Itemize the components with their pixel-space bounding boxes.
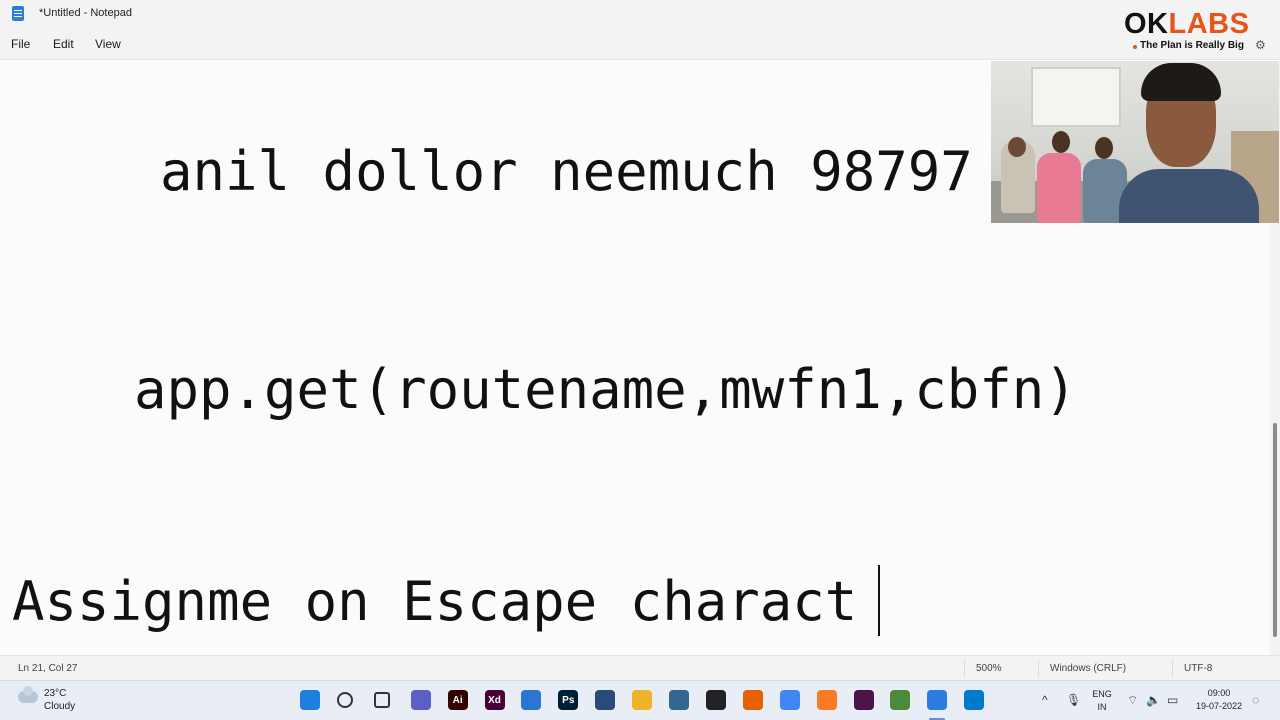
oklabs-logo: OKLABS The Plan is Really Big ⚙	[1118, 6, 1273, 54]
photoshop-icon[interactable]: Ps	[558, 690, 579, 710]
chevron-up-icon[interactable]: ^	[1042, 693, 1048, 707]
line-ending: Windows (CRLF)	[1050, 663, 1127, 674]
webcam-presenter-hair	[1141, 63, 1221, 101]
status-divider	[1038, 660, 1039, 677]
clock-date[interactable]: 19-07-2022	[1190, 701, 1248, 711]
menu-file[interactable]: File	[11, 37, 30, 51]
volume-icon[interactable]: 🔈	[1146, 693, 1161, 707]
editor-line-3: Assignme on Escape charact	[12, 570, 858, 633]
editor-line-2: app.get(routename,mwfn1,cbfn)	[134, 358, 1077, 421]
slack-icon[interactable]	[853, 690, 874, 710]
text-caret	[878, 565, 880, 636]
file-explorer-icon[interactable]	[632, 690, 653, 710]
virtualbox-icon[interactable]	[595, 690, 616, 710]
window-title: *Untitled - Notepad	[39, 7, 132, 19]
menu-edit[interactable]: Edit	[53, 37, 74, 51]
webcam-person-1-head	[1008, 137, 1026, 157]
logo-tagline: The Plan is Really Big	[1140, 40, 1244, 51]
logo-wordmark: OKLABS	[1124, 8, 1249, 41]
snipping-tool-icon[interactable]	[521, 690, 542, 710]
wifi-icon[interactable]: ⌔	[1127, 693, 1138, 708]
notepad-taskbar-icon[interactable]	[927, 690, 948, 710]
webcam-window	[1031, 67, 1121, 127]
language-indicator[interactable]: ENG	[1090, 689, 1114, 699]
chrome-icon[interactable]	[779, 690, 800, 710]
weather-temperature[interactable]: 23°C	[44, 688, 66, 699]
cloudy-weather-icon[interactable]	[18, 686, 38, 703]
vscode-icon[interactable]	[964, 690, 985, 710]
firefox-icon[interactable]	[742, 690, 763, 710]
webcam-person-2-head	[1052, 131, 1070, 153]
start-icon[interactable]	[300, 690, 320, 710]
status-divider	[1172, 660, 1173, 677]
title-bar: *Untitled - Notepad	[0, 0, 1280, 28]
notepad-icon	[12, 6, 24, 21]
illustrator-icon[interactable]: Ai	[447, 690, 468, 710]
postgresql-icon[interactable]	[669, 690, 689, 710]
webcam-presenter-body	[1119, 169, 1259, 223]
webcam-overlay	[991, 61, 1279, 223]
status-bar: Ln 21, Col 27 500% Windows (CRLF) UTF-8	[0, 655, 1280, 680]
taskbar: 23°C Cloudy Ai Xd Ps ^ 🎙 ENG IN ⌔ 🔈 ▭ 09:0…	[0, 680, 1280, 720]
zoom-level: 500%	[976, 663, 1002, 674]
logo-labs: LABS	[1168, 8, 1250, 40]
xd-icon[interactable]: Xd	[484, 690, 505, 710]
tagline-dot	[1133, 45, 1137, 49]
editor-line-1: anil dollor neemuch 98797	[160, 140, 973, 203]
obs-icon[interactable]	[705, 690, 726, 710]
webcam-person-2	[1037, 153, 1081, 223]
scrollbar-thumb[interactable]	[1273, 423, 1277, 637]
menu-bar: File Edit View	[0, 28, 1280, 60]
notification-icon[interactable]: ◌	[1252, 693, 1259, 707]
battery-icon[interactable]: ▭	[1167, 693, 1178, 707]
weather-description[interactable]: Cloudy	[44, 701, 75, 712]
region-indicator[interactable]: IN	[1090, 702, 1114, 712]
settings-gear-icon: ⚙	[1255, 38, 1266, 52]
logo-ok: OK	[1124, 8, 1169, 40]
microphone-icon[interactable]: 🎙	[1066, 693, 1081, 707]
teams-chat-icon[interactable]	[410, 690, 431, 710]
status-divider	[964, 660, 965, 677]
search-icon[interactable]	[336, 692, 353, 708]
clock-time[interactable]: 09:00	[1192, 688, 1246, 698]
webcam-person-3-head	[1095, 137, 1113, 159]
task-view-icon[interactable]	[373, 692, 390, 708]
encoding: UTF-8	[1184, 663, 1213, 674]
xampp-icon[interactable]	[816, 690, 837, 710]
chrome-dev-icon[interactable]	[890, 690, 911, 710]
menu-view[interactable]: View	[95, 37, 121, 51]
cursor-position: Ln 21, Col 27	[18, 663, 78, 674]
